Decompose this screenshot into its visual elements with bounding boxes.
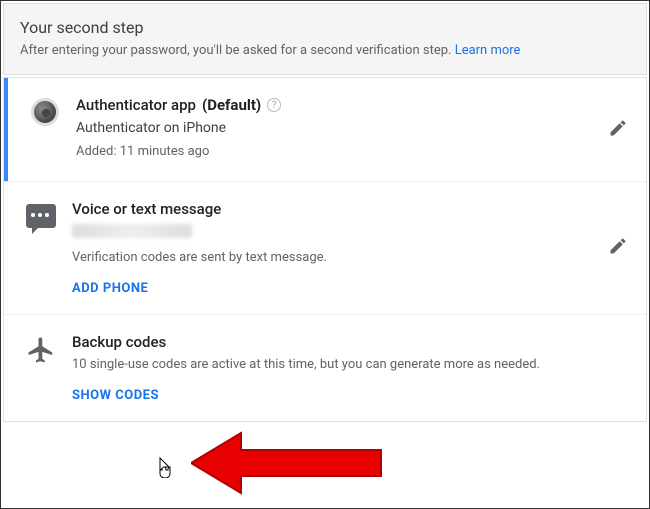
- section-header: Your second step After entering your pas…: [3, 3, 647, 75]
- authenticator-added: Added: 11 minutes ago: [76, 144, 626, 159]
- help-icon[interactable]: ?: [267, 98, 281, 112]
- airplane-icon: [26, 335, 56, 365]
- voice-desc: Verification codes are sent by text mess…: [72, 250, 626, 265]
- method-authenticator: Authenticator app (Default) ? Authentica…: [4, 78, 646, 182]
- cursor-icon: [154, 456, 174, 483]
- default-tag: (Default): [202, 96, 261, 114]
- edit-authenticator-button[interactable]: [608, 118, 628, 142]
- backup-title: Backup codes: [72, 333, 626, 351]
- authenticator-icon: [31, 98, 59, 126]
- active-indicator: [4, 78, 8, 181]
- method-backup-codes: Backup codes 10 single-use codes are act…: [4, 315, 646, 421]
- annotation-arrow: [191, 428, 391, 498]
- authenticator-title: Authenticator app (Default) ?: [76, 96, 626, 114]
- sms-icon: [26, 204, 56, 228]
- subtitle-text: After entering your password, you'll be …: [20, 43, 455, 58]
- pencil-icon: [608, 236, 628, 256]
- edit-voice-button[interactable]: [608, 236, 628, 260]
- learn-more-link[interactable]: Learn more: [455, 43, 521, 58]
- redacted-phone: [72, 224, 192, 238]
- section-title: Your second step: [20, 18, 630, 37]
- pencil-icon: [608, 118, 628, 138]
- authenticator-device: Authenticator on iPhone: [76, 120, 626, 136]
- backup-desc: 10 single-use codes are active at this t…: [72, 357, 626, 372]
- methods-card: Authenticator app (Default) ? Authentica…: [3, 77, 647, 422]
- method-voice-text: Voice or text message Verification codes…: [4, 182, 646, 315]
- voice-title: Voice or text message: [72, 200, 626, 218]
- section-subtitle: After entering your password, you'll be …: [20, 43, 630, 58]
- authenticator-title-text: Authenticator app: [76, 96, 196, 114]
- add-phone-button[interactable]: ADD PHONE: [72, 281, 148, 296]
- show-codes-button[interactable]: SHOW CODES: [72, 388, 159, 403]
